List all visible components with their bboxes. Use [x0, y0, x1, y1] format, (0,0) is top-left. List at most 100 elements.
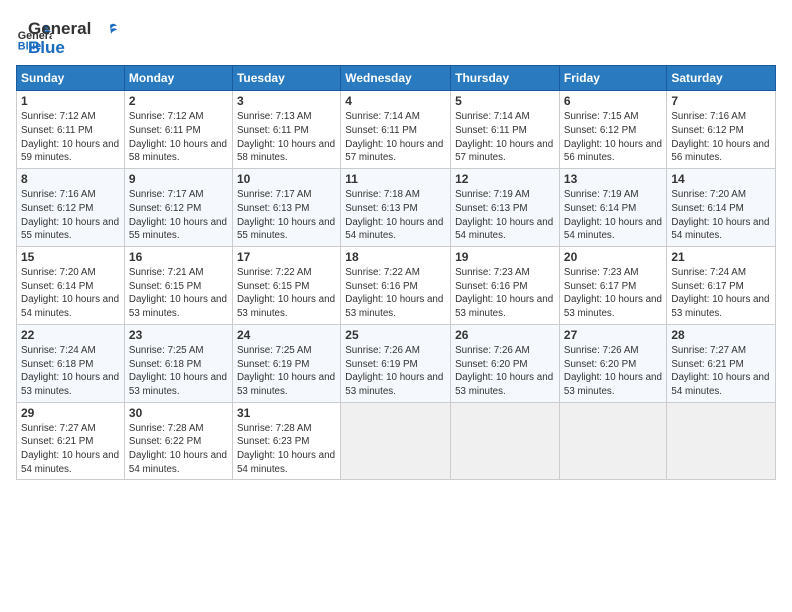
day-info: Sunrise: 7:22 AM Sunset: 6:15 PM Dayligh… [237, 266, 336, 321]
logo-general-text: General [28, 20, 118, 39]
calendar-cell [667, 402, 776, 480]
day-info: Sunrise: 7:19 AM Sunset: 6:13 PM Dayligh… [455, 188, 555, 243]
weekday-monday: Monday [124, 66, 232, 91]
day-number: 29 [21, 406, 120, 420]
calendar-cell: 14 Sunrise: 7:20 AM Sunset: 6:14 PM Dayl… [667, 169, 776, 247]
day-info: Sunrise: 7:23 AM Sunset: 6:16 PM Dayligh… [455, 266, 555, 321]
day-number: 30 [129, 406, 228, 420]
day-number: 23 [129, 328, 228, 342]
day-info: Sunrise: 7:25 AM Sunset: 6:18 PM Dayligh… [129, 344, 228, 399]
day-number: 6 [564, 94, 662, 108]
day-info: Sunrise: 7:28 AM Sunset: 6:23 PM Dayligh… [237, 422, 336, 477]
day-number: 3 [237, 94, 336, 108]
calendar-cell: 23 Sunrise: 7:25 AM Sunset: 6:18 PM Dayl… [124, 324, 232, 402]
day-info: Sunrise: 7:28 AM Sunset: 6:22 PM Dayligh… [129, 422, 228, 477]
day-number: 8 [21, 172, 120, 186]
day-info: Sunrise: 7:17 AM Sunset: 6:12 PM Dayligh… [129, 188, 228, 243]
day-number: 11 [345, 172, 446, 186]
day-number: 13 [564, 172, 662, 186]
day-info: Sunrise: 7:27 AM Sunset: 6:21 PM Dayligh… [21, 422, 120, 477]
day-info: Sunrise: 7:12 AM Sunset: 6:11 PM Dayligh… [129, 110, 228, 165]
day-info: Sunrise: 7:20 AM Sunset: 6:14 PM Dayligh… [21, 266, 120, 321]
day-number: 25 [345, 328, 446, 342]
day-number: 27 [564, 328, 662, 342]
day-info: Sunrise: 7:16 AM Sunset: 6:12 PM Dayligh… [21, 188, 120, 243]
calendar-cell: 30 Sunrise: 7:28 AM Sunset: 6:22 PM Dayl… [124, 402, 232, 480]
day-info: Sunrise: 7:15 AM Sunset: 6:12 PM Dayligh… [564, 110, 662, 165]
calendar-cell: 2 Sunrise: 7:12 AM Sunset: 6:11 PM Dayli… [124, 91, 232, 169]
day-number: 16 [129, 250, 228, 264]
day-info: Sunrise: 7:26 AM Sunset: 6:20 PM Dayligh… [564, 344, 662, 399]
calendar-cell: 20 Sunrise: 7:23 AM Sunset: 6:17 PM Dayl… [559, 247, 666, 325]
day-info: Sunrise: 7:21 AM Sunset: 6:15 PM Dayligh… [129, 266, 228, 321]
calendar-cell: 22 Sunrise: 7:24 AM Sunset: 6:18 PM Dayl… [17, 324, 125, 402]
calendar-week-3: 15 Sunrise: 7:20 AM Sunset: 6:14 PM Dayl… [17, 247, 776, 325]
day-info: Sunrise: 7:24 AM Sunset: 6:17 PM Dayligh… [671, 266, 771, 321]
weekday-sunday: Sunday [17, 66, 125, 91]
day-info: Sunrise: 7:17 AM Sunset: 6:13 PM Dayligh… [237, 188, 336, 243]
day-number: 22 [21, 328, 120, 342]
day-number: 9 [129, 172, 228, 186]
day-info: Sunrise: 7:24 AM Sunset: 6:18 PM Dayligh… [21, 344, 120, 399]
day-number: 24 [237, 328, 336, 342]
calendar-cell: 1 Sunrise: 7:12 AM Sunset: 6:11 PM Dayli… [17, 91, 125, 169]
day-info: Sunrise: 7:16 AM Sunset: 6:12 PM Dayligh… [671, 110, 771, 165]
day-number: 4 [345, 94, 446, 108]
logo-blue-text: Blue [28, 39, 118, 58]
calendar-cell [341, 402, 451, 480]
calendar-cell: 15 Sunrise: 7:20 AM Sunset: 6:14 PM Dayl… [17, 247, 125, 325]
weekday-saturday: Saturday [667, 66, 776, 91]
logo: General Blue General Blue [16, 16, 118, 57]
page-header: General Blue General Blue [16, 16, 776, 57]
weekday-wednesday: Wednesday [341, 66, 451, 91]
calendar-cell [559, 402, 666, 480]
day-number: 17 [237, 250, 336, 264]
calendar-body: 1 Sunrise: 7:12 AM Sunset: 6:11 PM Dayli… [17, 91, 776, 480]
weekday-thursday: Thursday [451, 66, 560, 91]
calendar-week-2: 8 Sunrise: 7:16 AM Sunset: 6:12 PM Dayli… [17, 169, 776, 247]
day-info: Sunrise: 7:26 AM Sunset: 6:19 PM Dayligh… [345, 344, 446, 399]
day-info: Sunrise: 7:22 AM Sunset: 6:16 PM Dayligh… [345, 266, 446, 321]
day-info: Sunrise: 7:25 AM Sunset: 6:19 PM Dayligh… [237, 344, 336, 399]
day-number: 28 [671, 328, 771, 342]
day-number: 15 [21, 250, 120, 264]
calendar-cell [451, 402, 560, 480]
day-info: Sunrise: 7:26 AM Sunset: 6:20 PM Dayligh… [455, 344, 555, 399]
day-number: 20 [564, 250, 662, 264]
calendar-cell: 26 Sunrise: 7:26 AM Sunset: 6:20 PM Dayl… [451, 324, 560, 402]
calendar-cell: 7 Sunrise: 7:16 AM Sunset: 6:12 PM Dayli… [667, 91, 776, 169]
calendar-week-4: 22 Sunrise: 7:24 AM Sunset: 6:18 PM Dayl… [17, 324, 776, 402]
day-number: 12 [455, 172, 555, 186]
calendar-cell: 4 Sunrise: 7:14 AM Sunset: 6:11 PM Dayli… [341, 91, 451, 169]
calendar-cell: 6 Sunrise: 7:15 AM Sunset: 6:12 PM Dayli… [559, 91, 666, 169]
day-number: 2 [129, 94, 228, 108]
logo-bird-icon [98, 21, 118, 39]
calendar-cell: 31 Sunrise: 7:28 AM Sunset: 6:23 PM Dayl… [232, 402, 340, 480]
calendar-cell: 21 Sunrise: 7:24 AM Sunset: 6:17 PM Dayl… [667, 247, 776, 325]
day-number: 5 [455, 94, 555, 108]
day-info: Sunrise: 7:14 AM Sunset: 6:11 PM Dayligh… [455, 110, 555, 165]
day-info: Sunrise: 7:18 AM Sunset: 6:13 PM Dayligh… [345, 188, 446, 243]
calendar-cell: 18 Sunrise: 7:22 AM Sunset: 6:16 PM Dayl… [341, 247, 451, 325]
day-number: 7 [671, 94, 771, 108]
calendar-cell: 11 Sunrise: 7:18 AM Sunset: 6:13 PM Dayl… [341, 169, 451, 247]
day-info: Sunrise: 7:19 AM Sunset: 6:14 PM Dayligh… [564, 188, 662, 243]
calendar-cell: 12 Sunrise: 7:19 AM Sunset: 6:13 PM Dayl… [451, 169, 560, 247]
day-number: 31 [237, 406, 336, 420]
calendar-cell: 5 Sunrise: 7:14 AM Sunset: 6:11 PM Dayli… [451, 91, 560, 169]
calendar-cell: 19 Sunrise: 7:23 AM Sunset: 6:16 PM Dayl… [451, 247, 560, 325]
calendar-week-1: 1 Sunrise: 7:12 AM Sunset: 6:11 PM Dayli… [17, 91, 776, 169]
calendar-cell: 16 Sunrise: 7:21 AM Sunset: 6:15 PM Dayl… [124, 247, 232, 325]
day-info: Sunrise: 7:23 AM Sunset: 6:17 PM Dayligh… [564, 266, 662, 321]
day-number: 26 [455, 328, 555, 342]
day-number: 14 [671, 172, 771, 186]
calendar-week-5: 29 Sunrise: 7:27 AM Sunset: 6:21 PM Dayl… [17, 402, 776, 480]
calendar-cell: 8 Sunrise: 7:16 AM Sunset: 6:12 PM Dayli… [17, 169, 125, 247]
weekday-header-row: SundayMondayTuesdayWednesdayThursdayFrid… [17, 66, 776, 91]
day-number: 19 [455, 250, 555, 264]
day-number: 1 [21, 94, 120, 108]
calendar-cell: 24 Sunrise: 7:25 AM Sunset: 6:19 PM Dayl… [232, 324, 340, 402]
day-number: 10 [237, 172, 336, 186]
day-info: Sunrise: 7:14 AM Sunset: 6:11 PM Dayligh… [345, 110, 446, 165]
day-info: Sunrise: 7:20 AM Sunset: 6:14 PM Dayligh… [671, 188, 771, 243]
